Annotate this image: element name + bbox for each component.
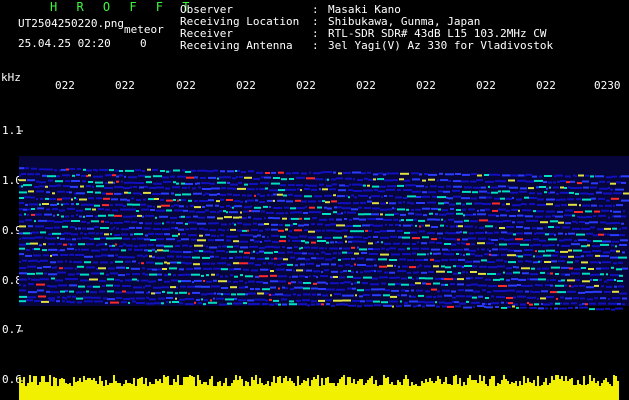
time-tick: 022 bbox=[236, 79, 256, 92]
time-tick: 022 bbox=[55, 79, 75, 92]
time-tick: 022 bbox=[416, 79, 436, 92]
capture-datetime: 25.04.25 02:20 bbox=[18, 37, 111, 50]
antenna-value: 3el Yagi(V) Az 330 for Vladivostok bbox=[328, 39, 554, 52]
time-tick: 0230 bbox=[594, 79, 621, 92]
time-tick: 022 bbox=[176, 79, 196, 92]
app-title: H R O F F T bbox=[50, 0, 196, 14]
spectrogram-bands bbox=[19, 156, 629, 311]
detection-counter: 0 bbox=[140, 37, 147, 50]
time-tick: 022 bbox=[115, 79, 135, 92]
time-tick: 022 bbox=[536, 79, 556, 92]
antenna-separator: : bbox=[312, 39, 319, 52]
antenna-label: Receiving Antenna bbox=[180, 39, 293, 52]
frequency-unit-label: kHz bbox=[1, 71, 21, 84]
filename: UT2504250220.png bbox=[18, 17, 124, 30]
filename-suffix: meteor bbox=[124, 23, 164, 36]
time-tick: 022 bbox=[296, 79, 316, 92]
time-tick: 022 bbox=[356, 79, 376, 92]
noise-level-bar bbox=[19, 375, 619, 400]
time-tick: 022 bbox=[476, 79, 496, 92]
spectrogram-plot bbox=[19, 130, 629, 400]
